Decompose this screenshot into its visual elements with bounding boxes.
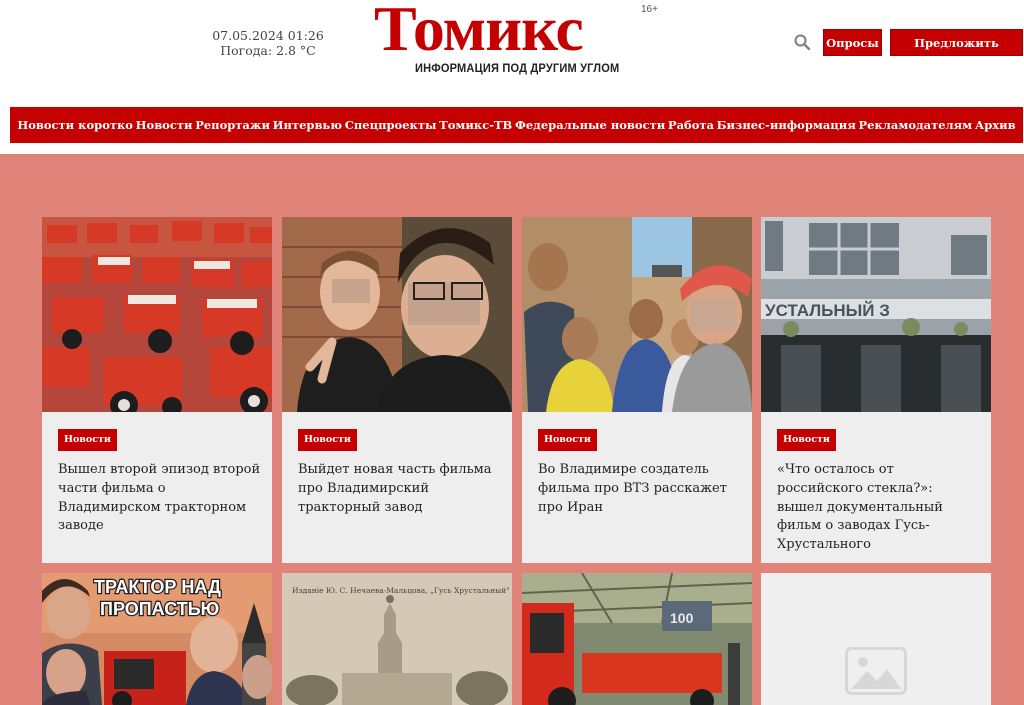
card-title[interactable]: Во Владимире создатель фильма про ВТЗ ра…	[538, 461, 743, 517]
news-card[interactable]: Новости Во Владимире создатель фильма пр…	[522, 217, 752, 563]
nav-item-jobs[interactable]: Работа	[668, 118, 714, 132]
nav-item-federal-news[interactable]: Федеральные новости	[515, 118, 665, 132]
category-badge[interactable]: Новости	[298, 429, 357, 451]
site-header: 07.05.2024 01:26 Погода: 2.8 °C Томикс 1…	[0, 0, 1024, 100]
news-card[interactable]: Новости Вышел второй эпизод второй части…	[42, 217, 272, 563]
search-icon[interactable]	[793, 33, 811, 51]
nav-item-reports[interactable]: Репортажи	[195, 118, 270, 132]
age-rating: 16+	[641, 4, 658, 15]
site-logo[interactable]: Томикс 16+ ИНФОРМАЦИЯ ПОД ДРУГИМ УГЛОМ	[360, 0, 670, 82]
card-image-assembly-line[interactable]: 100	[522, 573, 752, 705]
logo-tagline: ИНФОРМАЦИЯ ПОД ДРУГИМ УГЛОМ	[415, 61, 620, 75]
nav-item-advertisers[interactable]: Рекламодателям	[859, 118, 973, 132]
news-card-tractor-factory[interactable]: 100	[522, 573, 752, 705]
card-image-factory[interactable]: УСТАЛЬНЫЙ З	[761, 217, 991, 412]
datetime-weather: 07.05.2024 01:26 Погода: 2.8 °C	[200, 28, 336, 58]
category-badge[interactable]: Новости	[777, 429, 836, 451]
news-card[interactable]: Новости Выйдет новая часть фильма про Вл…	[282, 217, 512, 563]
news-card-poster[interactable]: ТРАКТОР НАД ПРОПАСТЬЮ	[42, 573, 272, 705]
logo-title: Томикс	[374, 0, 584, 64]
card-image-tractors[interactable]	[42, 217, 272, 412]
card-title[interactable]: «Что осталось от российского стекла?»: в…	[777, 461, 982, 555]
current-datetime: 07.05.2024 01:26	[212, 28, 324, 43]
card-image-poster[interactable]: ТРАКТОР НАД ПРОПАСТЬЮ	[42, 573, 272, 705]
nav-item-news[interactable]: Новости	[136, 118, 193, 132]
card-image-group[interactable]	[522, 217, 752, 412]
nav-item-short-news[interactable]: Новости коротко	[17, 118, 133, 132]
news-card-placeholder[interactable]	[761, 573, 991, 705]
poster-line-1: ТРАКТОР НАД	[94, 577, 221, 597]
nav-item-business-info[interactable]: Бизнес-информация	[717, 118, 856, 132]
nav-item-tomiks-tv[interactable]: Томикс-ТВ	[439, 118, 512, 132]
card-image-selfie[interactable]	[282, 217, 512, 412]
image-placeholder-icon	[845, 647, 907, 695]
news-card[interactable]: УСТАЛЬНЫЙ З Новости «Что осталось от рос…	[761, 217, 991, 563]
main-nav: Новости коротко Новости Репортажи Интерв…	[10, 107, 1023, 143]
poster-line-2: ПРОПАСТЬЮ	[100, 599, 219, 619]
postcard-caption: Изданіе Ю. С. Нечаева-Мальцова, „Гусь Хр…	[292, 586, 510, 595]
nav-item-archive[interactable]: Архив	[975, 118, 1016, 132]
card-title[interactable]: Вышел второй эпизод второй части фильма …	[58, 461, 263, 536]
svg-text:УСТАЛЬНЫЙ З: УСТАЛЬНЫЙ З	[765, 301, 890, 320]
weather-readout: Погода: 2.8 °C	[220, 43, 316, 58]
suggest-news-button[interactable]: Предложить новость	[890, 29, 1023, 77]
tractor-number: 100	[670, 610, 694, 626]
card-title[interactable]: Выйдет новая часть фильма про Владимирск…	[298, 461, 503, 517]
card-image-postcard[interactable]: Изданіе Ю. С. Нечаева-Мальцова, „Гусь Хр…	[282, 573, 512, 705]
category-badge[interactable]: Новости	[58, 429, 117, 451]
polls-button[interactable]: Опросы	[823, 29, 882, 56]
nav-item-interviews[interactable]: Интервью	[273, 118, 342, 132]
category-badge[interactable]: Новости	[538, 429, 597, 451]
news-card-postcard[interactable]: Изданіе Ю. С. Нечаева-Мальцова, „Гусь Хр…	[282, 573, 512, 705]
nav-item-special-projects[interactable]: Спецпроекты	[345, 118, 437, 132]
